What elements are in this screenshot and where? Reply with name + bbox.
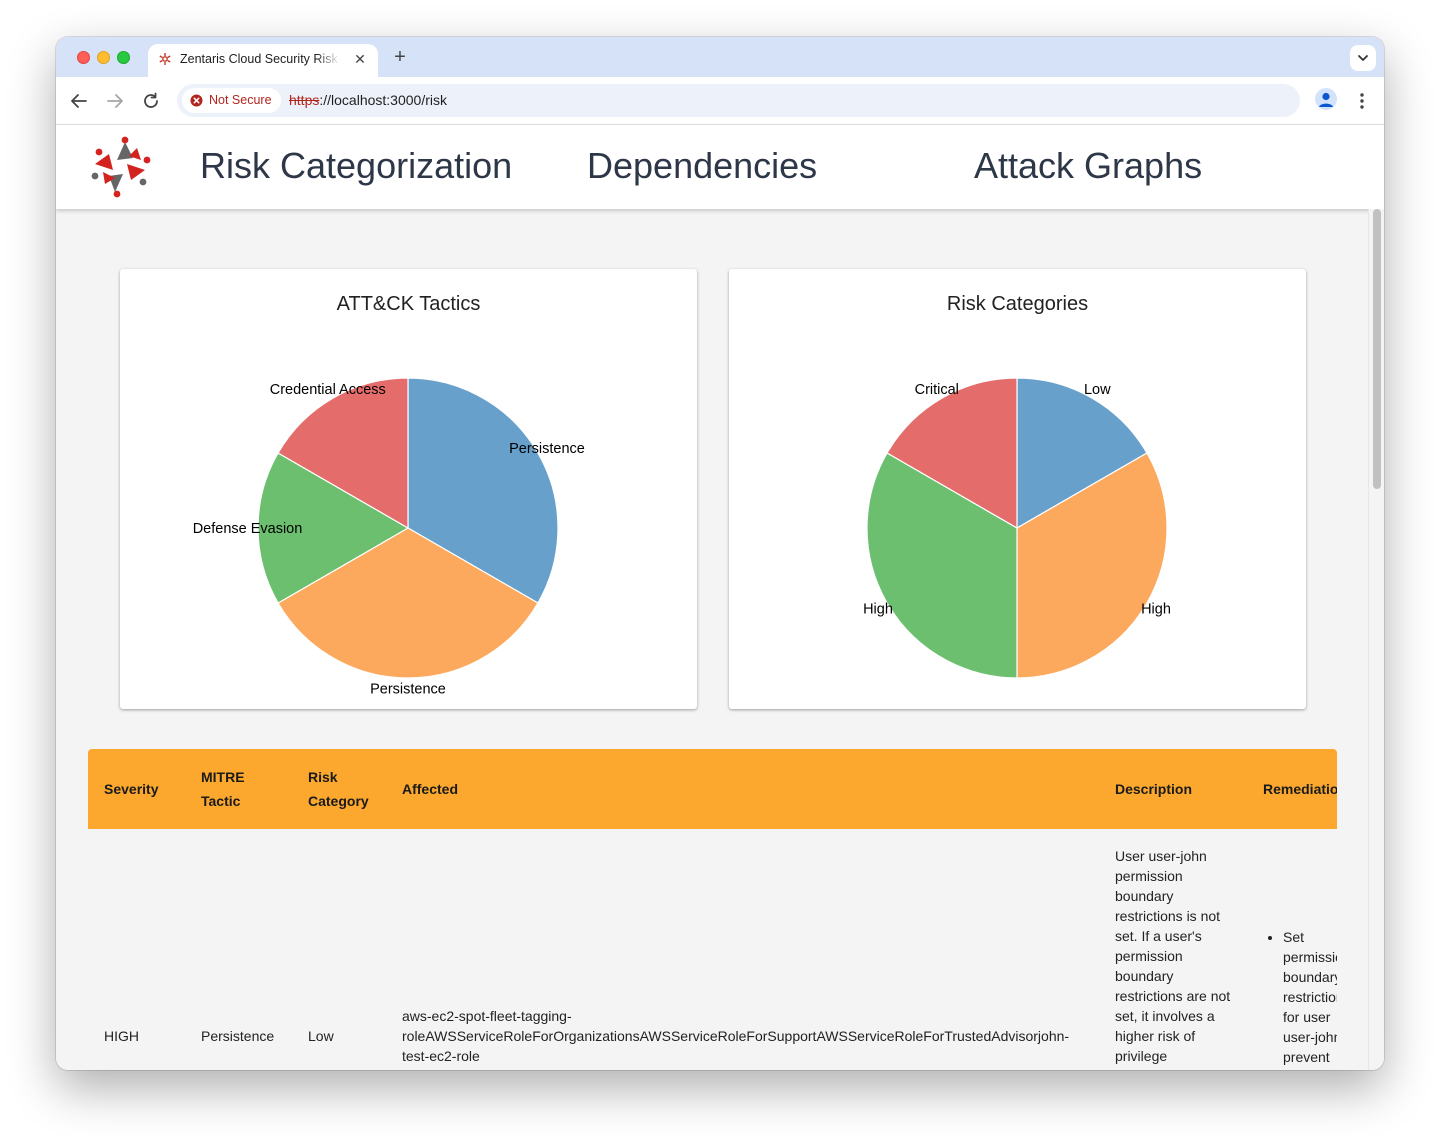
browser-window: Zentaris Cloud Security Risk Assessment …: [56, 37, 1384, 1070]
attack-tactics-chart-card: ATT&CK Tactics Persistence Persistence Def…: [120, 269, 697, 709]
risk-categories-chart-card: Risk Categories Low High High Critical: [729, 269, 1306, 709]
risk-categories-slice-label-3: Critical: [915, 382, 959, 398]
minimize-window-button[interactable]: [97, 51, 110, 64]
warning-circle-icon: [190, 94, 203, 107]
risk-categories-pie-chart: Low High High Critical: [863, 377, 1171, 679]
cell-affected-line2: roleAWSServiceRoleForOrganizationsAWSSer…: [402, 1028, 1070, 1044]
cell-affected-line1: aws-ec2-spot-fleet-tagging-: [402, 1008, 572, 1024]
header-affected[interactable]: Affected: [402, 777, 458, 801]
header-mitre-tactic-line1[interactable]: MITRE: [201, 765, 245, 789]
back-arrow-icon[interactable]: [67, 89, 91, 113]
risk-table: Severity MITRE Tactic Risk Category Affe…: [88, 749, 1337, 1070]
app-header: Risk Categorization Dependencies Attack …: [56, 125, 1384, 209]
url-text[interactable]: https://localhost:3000/risk: [289, 92, 447, 108]
page-scrollbar[interactable]: [1368, 209, 1384, 1070]
not-secure-label: Not Secure: [209, 93, 272, 107]
chevron-down-icon: [1358, 55, 1368, 61]
cell-severity: HIGH: [104, 1028, 139, 1044]
attack-tactics-slice-label-2: Defense Evasion: [193, 521, 303, 537]
address-bar[interactable]: Not Secure https://localhost:3000/risk: [177, 84, 1300, 117]
risk-table-body: HIGH Persistence Low aws-ec2-spot-fleet-…: [88, 829, 1337, 1070]
header-remediation[interactable]: Remediation: [1263, 777, 1337, 801]
attack-tactics-slice-label-3: Credential Access: [270, 382, 386, 398]
tab-title: Zentaris Cloud Security Risk Assessment: [180, 52, 340, 66]
cell-category: Low: [308, 1028, 334, 1044]
nav-attack-graphs[interactable]: Attack Graphs: [974, 145, 1202, 187]
header-risk-category-line1[interactable]: Risk: [308, 765, 338, 789]
maximize-window-button[interactable]: [117, 51, 130, 64]
cell-remediation: Set permission boundary restrictions for…: [1283, 927, 1337, 1067]
header-risk-category-line2[interactable]: Category: [308, 789, 369, 813]
attack-tactics-slice-label-0: Persistence: [509, 441, 585, 457]
header-mitre-tactic-line2[interactable]: Tactic: [201, 789, 240, 813]
browser-toolbar: Not Secure https://localhost:3000/risk: [56, 77, 1384, 125]
forward-arrow-icon[interactable]: [103, 89, 127, 113]
not-secure-chip[interactable]: Not Secure: [182, 88, 281, 113]
attack-tactics-pie-chart: Persistence Persistence Defense Evasion Cre…: [193, 377, 585, 698]
new-tab-plus-icon[interactable]: +: [390, 47, 410, 67]
close-window-button[interactable]: [77, 51, 90, 64]
attack-tactics-slice-label-1: Persistence: [370, 682, 446, 698]
scrollbar-thumb[interactable]: [1373, 209, 1381, 489]
reload-icon[interactable]: [139, 89, 163, 113]
url-scheme: https: [289, 92, 320, 108]
header-description[interactable]: Description: [1115, 777, 1192, 801]
nav-risk-categorization[interactable]: Risk Categorization: [200, 145, 512, 187]
profile-avatar-icon[interactable]: [1315, 88, 1337, 110]
cell-affected-line3: test-ec2-role: [402, 1048, 480, 1064]
browser-tab-active[interactable]: Zentaris Cloud Security Risk Assessment …: [148, 44, 378, 77]
page-viewport: Risk Categorization Dependencies Attack …: [56, 125, 1384, 1070]
risk-categories-slice-label-0: Low: [1084, 382, 1111, 398]
nav-dependencies[interactable]: Dependencies: [587, 145, 817, 187]
risk-table-header: Severity MITRE Tactic Risk Category Affe…: [88, 749, 1337, 829]
header-severity[interactable]: Severity: [104, 777, 158, 801]
kebab-menu-icon[interactable]: [1352, 89, 1372, 113]
zentaris-logo-icon[interactable]: [90, 134, 152, 198]
risk-categories-slice-label-2: High: [863, 601, 893, 617]
risk-categories-slice-label-1: High: [1141, 601, 1171, 617]
cell-tactic: Persistence: [201, 1028, 275, 1044]
person-icon: [1319, 92, 1333, 107]
tab-search-button[interactable]: [1350, 45, 1376, 71]
url-path: ://localhost:3000/risk: [319, 92, 447, 108]
cell-description: User user-john permission boundary restr…: [1115, 848, 1231, 1064]
tab-strip: Zentaris Cloud Security Risk Assessment …: [56, 37, 1384, 77]
remediation-item: Set permission boundary restrictions for…: [1283, 927, 1337, 1067]
app-favicon-icon: [159, 53, 171, 65]
tab-close-icon[interactable]: ✕: [351, 50, 369, 68]
